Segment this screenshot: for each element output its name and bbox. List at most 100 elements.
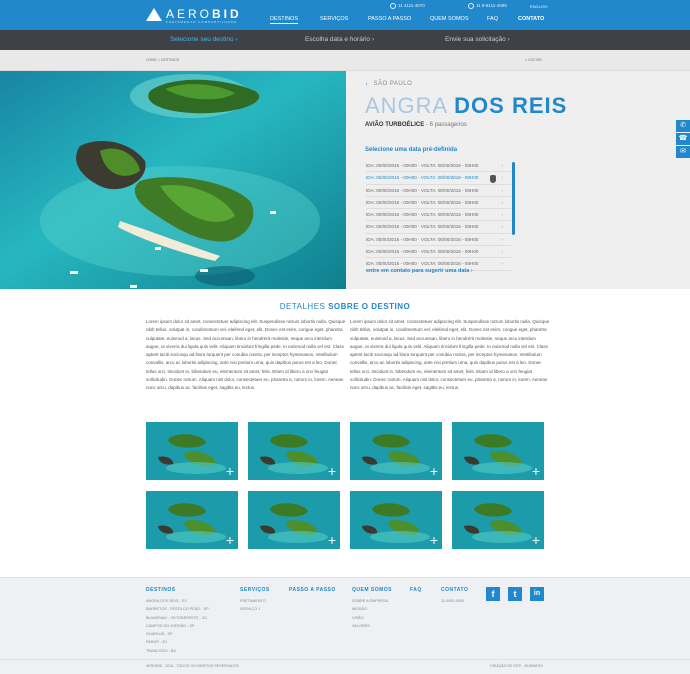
zoom-plus-icon: + (327, 532, 336, 548)
footer-heading[interactable]: FAQ (410, 587, 422, 593)
nav-contato[interactable]: CONTATO (518, 16, 544, 22)
footer-link[interactable]: CAMPOS DO JORDÃO - SP (146, 622, 209, 630)
step-select-destination[interactable]: Selecione seu destino › (170, 36, 238, 43)
back-link[interactable]: < VOLTAR (525, 58, 542, 62)
steps-bar: Selecione seu destino › Escolha data e h… (0, 30, 690, 50)
gallery-thumbnail[interactable]: + (248, 422, 340, 480)
date-option[interactable]: IDA: 00/00/2016 - 00H00 · VOLTA: 00/00/2… (366, 209, 511, 222)
gallery-thumbnail[interactable]: + (452, 491, 544, 549)
footer-phone[interactable]: 11 0000-0000 (441, 597, 468, 605)
date-option[interactable]: IDA: 00/00/2016 - 00H00 · VOLTA: 00/00/2… (366, 160, 511, 173)
destination-title: ANGRA DOS REIS (365, 93, 567, 119)
language-link[interactable]: ENGLISH (530, 4, 548, 9)
footer-col-destinos: DESTINOS ANGRA DOS REIS - RJ BARRETOS - … (146, 587, 209, 655)
thumbnail-photo (452, 491, 544, 549)
breadcrumb[interactable]: HOME > DESTINOS (146, 58, 179, 62)
chevron-right-icon: › (501, 261, 503, 267)
chevron-right-icon: › (501, 187, 503, 193)
footer-heading[interactable]: QUEM SOMOS (352, 587, 392, 593)
phone-contact[interactable]: 11 4111-4070 (390, 3, 425, 9)
suggest-date-link[interactable]: entre em contato para sugerir uma data › (366, 268, 473, 274)
aircraft-info: AVIÃO TURBOÉLICE - 6 passageiros (365, 122, 467, 128)
whatsapp-contact[interactable]: 11 9-8111-4999 (468, 3, 507, 9)
credit-link[interactable]: CRIAÇÃO DE SITE - BUSINESS (490, 664, 543, 668)
nav-faq[interactable]: FAQ (487, 16, 498, 22)
aerial-island-photo (0, 71, 346, 289)
footer-link[interactable]: FRETAMENTO (240, 597, 270, 605)
nav-passo-a-passo[interactable]: PASSO A PASSO (368, 16, 411, 22)
thumbnail-photo (452, 422, 544, 480)
whatsapp-number: 11 9-8111-4999 (476, 3, 507, 9)
top-header: AEROBID FRETAMENTO COMPARTILHADO 11 4111… (0, 0, 690, 30)
logo-subtitle: FRETAMENTO COMPARTILHADO (166, 20, 238, 24)
footer-link[interactable]: PARATI - RJ (146, 638, 209, 646)
breadcrumb-bar: HOME > DESTINOS < VOLTAR (0, 50, 690, 71)
gallery-thumbnail[interactable]: + (248, 491, 340, 549)
footer-link[interactable]: MISSÃO (352, 605, 392, 613)
footer-link[interactable]: ANGRA DOS REIS - RJ (146, 597, 209, 605)
nav-servicos[interactable]: SERVIÇOS (320, 16, 348, 22)
hand-cursor-icon (490, 175, 496, 183)
details-paragraph-2: Lorem ipsum dolor sit amet, consectetuer… (350, 319, 550, 391)
zoom-plus-icon: + (225, 532, 234, 548)
footer-heading[interactable]: DESTINOS (146, 587, 209, 593)
destination-name-2: DOS REIS (454, 93, 568, 118)
chevron-right-icon: › (501, 163, 503, 168)
thumbnail-photo (350, 491, 442, 549)
date-list-scrollbar[interactable] (512, 162, 515, 235)
footer-heading[interactable]: CONTATO (441, 587, 468, 593)
nav-quem-somos[interactable]: QUEM SOMOS (430, 16, 469, 22)
footer-heading[interactable]: SERVIÇOS (240, 587, 270, 593)
footer-link[interactable]: VALORES (352, 622, 392, 630)
whatsapp-icon (468, 3, 474, 9)
footer-link[interactable]: SERVIÇO 1 (240, 605, 270, 613)
destination-name-1: ANGRA (365, 93, 448, 118)
facebook-icon[interactable]: f (486, 587, 500, 601)
arrow-down-icon: ↓ (365, 81, 369, 87)
details-paragraph-1: Lorem ipsum dolor sit amet, consectetuer… (146, 319, 346, 391)
footer-heading[interactable]: PASSO A PASSO (289, 587, 336, 593)
gallery-thumbnail[interactable]: + (452, 422, 544, 480)
zoom-plus-icon: + (531, 463, 540, 479)
origin-city: ↓ SÃO PAULO (365, 81, 413, 87)
thumbnail-photo (146, 422, 238, 480)
select-date-title: Selecione uma data pré-definida (365, 147, 458, 153)
date-option[interactable]: IDA: 00/00/2016 - 00H00 · VOLTA: 00/00/2… (366, 246, 511, 259)
aircraft-type: AVIÃO TURBOÉLICE (365, 122, 425, 128)
step-send-request[interactable]: Envie sua solicitação › (445, 36, 510, 43)
copyright: AEROBID - 2016 - TODOS OS DIREITOS RESER… (146, 664, 239, 668)
zoom-plus-icon: + (429, 532, 438, 548)
footer-link[interactable]: BARRETOS - FESTA DO PEÃO - SP (146, 605, 209, 613)
footer-link[interactable]: GUARUJÁ - SP (146, 630, 209, 638)
chevron-right-icon: › (501, 236, 503, 242)
whatsapp-side-icon[interactable]: ✆ (676, 120, 690, 132)
zoom-plus-icon: + (429, 463, 438, 479)
chevron-right-icon: › (501, 224, 503, 230)
gallery-thumbnail[interactable]: + (350, 422, 442, 480)
phone-icon (390, 3, 396, 9)
date-option[interactable]: IDA: 00/00/2016 - 00H00 · VOLTA: 00/00/2… (366, 197, 511, 210)
date-option[interactable]: IDA: 00/00/2016 - 00H00 · VOLTA: 00/00/2… (366, 221, 511, 234)
nav-destinos[interactable]: DESTINOS (270, 16, 299, 24)
phone-side-icon[interactable]: ☎ (676, 133, 690, 145)
gallery-thumbnail[interactable]: + (146, 422, 238, 480)
footer-col-faq: FAQ (410, 587, 422, 597)
footer-link[interactable]: SOBRE A EMPRESA (352, 597, 392, 605)
date-option[interactable]: IDA: 00/00/2016 - 00H00 · VOLTA: 00/00/2… (366, 185, 511, 197)
gallery-thumbnail[interactable]: + (350, 491, 442, 549)
bottom-bar: AEROBID - 2016 - TODOS OS DIREITOS RESER… (0, 659, 690, 674)
gallery-thumbnail[interactable]: + (146, 491, 238, 549)
footer (0, 577, 690, 659)
footer-link[interactable]: TRANCOSO - BA (146, 647, 209, 655)
zoom-plus-icon: + (531, 532, 540, 548)
zoom-plus-icon: + (327, 463, 336, 479)
footer-link[interactable]: VISÃO (352, 614, 392, 622)
step-choose-date[interactable]: Escolha data e horário › (305, 36, 374, 43)
twitter-icon[interactable]: t (508, 587, 522, 601)
phone-number: 11 4111-4070 (398, 3, 425, 9)
date-option[interactable]: IDA: 00/00/2016 - 00H00 · VOLTA: 00/00/2… (366, 234, 511, 247)
mail-side-icon[interactable]: ✉ (676, 146, 690, 158)
linkedin-icon[interactable]: in (530, 587, 544, 601)
footer-link[interactable]: BLUMENAU - OKTOBERFEST - SC (146, 614, 209, 622)
thumbnail-photo (248, 491, 340, 549)
